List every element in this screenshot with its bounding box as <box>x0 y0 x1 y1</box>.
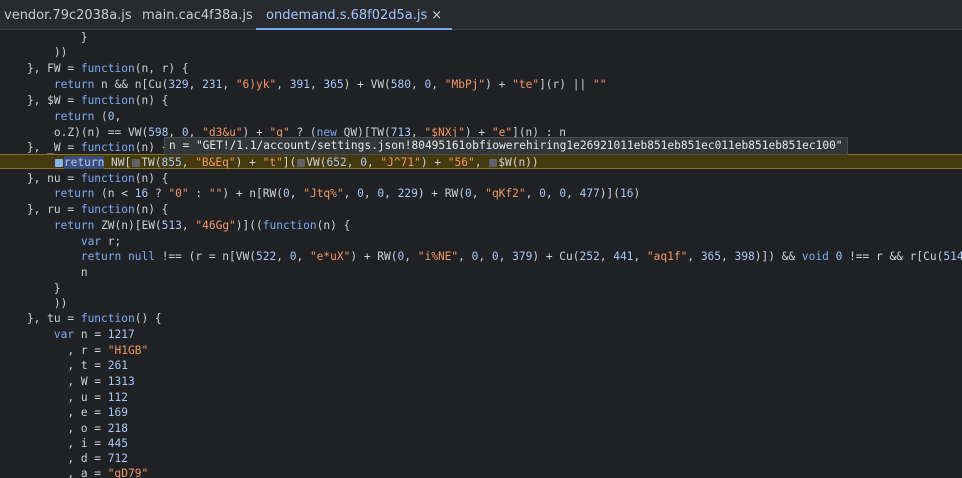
tab-main-js[interactable]: main.cac4f38a.js <box>142 0 253 30</box>
code-line: var n = 1217 <box>53 328 135 341</box>
code-line: , W = 1313 <box>0 375 135 388</box>
code-line: return ZW(n)[EW(513, "46Gg")]((function(… <box>53 219 351 232</box>
code-line: , e = 169 <box>0 406 128 419</box>
source-code-editor[interactable]: } )) }, FW = function(n, r) { return n &… <box>0 30 962 478</box>
inline-breakpoint-icon[interactable] <box>489 159 498 167</box>
code-line: var r; <box>80 235 122 248</box>
code-line: }, FW = function(n, r) { <box>0 62 189 75</box>
tab-ondemand-js[interactable]: ondemand.s.68f02d5a.js × <box>256 0 453 30</box>
code-line: return (0, <box>53 110 122 123</box>
tab-label: ondemand.s.68f02d5a.js <box>266 8 428 23</box>
tab-label: main.cac4f38a.js <box>142 8 253 23</box>
code-line: )) <box>0 46 68 59</box>
code-line: return n && n[Cu(329, 231, "6)yk", 391, … <box>53 78 607 91</box>
code-line: }, nu = function(n) { <box>0 172 169 185</box>
code-line: return null !== (r = n[VW(522, 0, "e*uX"… <box>80 250 962 263</box>
code-line: , r = "H1GB" <box>0 344 149 357</box>
inline-breakpoint-icon[interactable] <box>132 159 141 167</box>
code-line: n <box>0 266 88 279</box>
code-line: return (n < 16 ? "0" : "") + n[RW(0, "Jt… <box>53 187 641 200</box>
tab-label: vendor.79c2038a.js <box>4 8 132 23</box>
close-icon[interactable]: × <box>431 8 442 23</box>
code-line: }, $W = function(n) { <box>0 94 169 107</box>
code-line: , t = 261 <box>0 359 128 372</box>
code-line: , i = 445 <box>0 437 128 450</box>
code-line: }, ru = function(n) { <box>0 203 169 216</box>
code-line: }, tu = function() { <box>0 312 162 325</box>
editor-tab-bar: vendor.79c2038a.js main.cac4f38a.js onde… <box>0 0 962 30</box>
code-line: , d = 712 <box>0 452 128 465</box>
code-line: } <box>0 31 88 44</box>
inline-breakpoint-icon[interactable] <box>297 159 306 167</box>
code-line: , a = "gD79" <box>0 467 149 478</box>
code-line: }, _W = function(n) { <box>0 141 169 154</box>
code-line: } <box>0 282 61 295</box>
code-line: , o = 218 <box>0 422 128 435</box>
code-line: )) <box>0 297 68 310</box>
tab-vendor-js[interactable]: vendor.79c2038a.js <box>4 0 132 30</box>
paused-execution-line: return NW[TW(855, "B&Eq") + "t"](VW(652,… <box>0 154 962 169</box>
variable-value-tooltip: n = "GET!/1.1/account/settings.json!8049… <box>164 137 848 155</box>
code-line: , u = 112 <box>0 391 128 404</box>
breakpoint-marker-icon[interactable] <box>54 159 63 167</box>
